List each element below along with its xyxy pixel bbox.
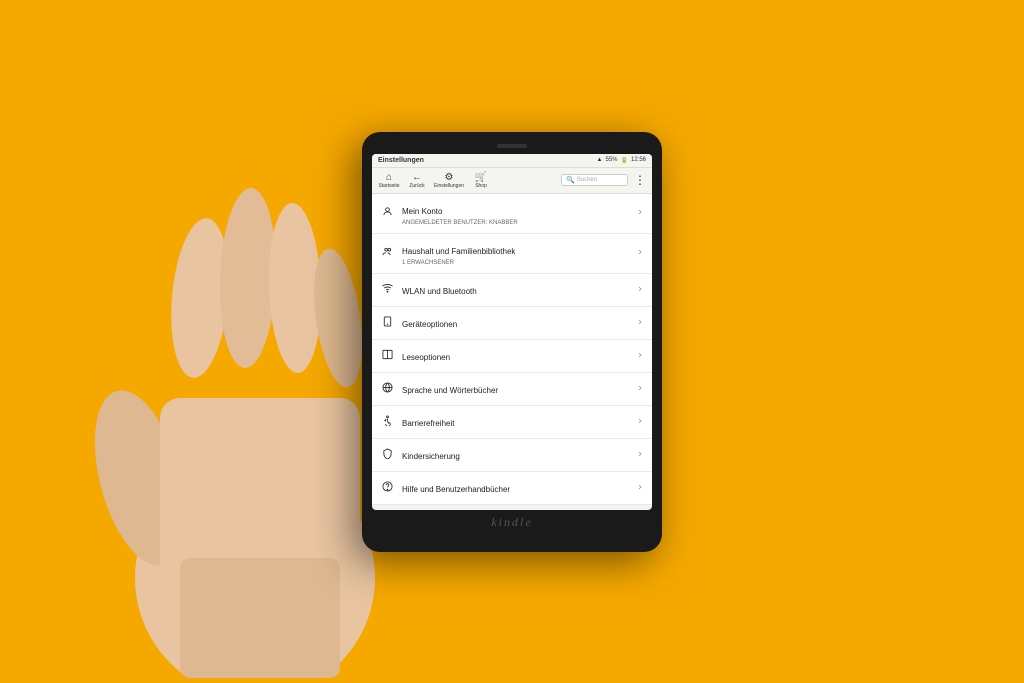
menu-item[interactable]: Barrierefreiheit bbox=[372, 406, 652, 439]
menu-item-icon bbox=[380, 415, 394, 429]
settings-icon: ⚙ bbox=[445, 172, 454, 183]
kindle-screen: Einstellungen ▲ 55% 🔋 12:56 ⌂ Startseite bbox=[372, 154, 652, 510]
menu-item-subtitle: 1 ERWACHSENER bbox=[402, 260, 636, 266]
menu-item-chevron bbox=[636, 417, 644, 427]
menu-list: Mein Konto ANGEMELDETER BENUTZER: KNABBER… bbox=[372, 194, 652, 510]
toolbar-shop[interactable]: 🛒 Shop bbox=[470, 172, 492, 189]
menu-item[interactable]: WLAN und Bluetooth bbox=[372, 274, 652, 307]
menu-item-icon bbox=[380, 316, 394, 330]
status-title: Einstellungen bbox=[378, 157, 424, 164]
menu-item-chevron bbox=[636, 248, 644, 258]
menu-item[interactable]: Haushalt und Familienbibliothek 1 ERWACHS… bbox=[372, 234, 652, 274]
kindle-device: Einstellungen ▲ 55% 🔋 12:56 ⌂ Startseite bbox=[362, 132, 662, 552]
menu-item-title: Hilfe und Benutzerhandbücher bbox=[402, 485, 510, 494]
menu-item[interactable]: Mein Konto ANGEMELDETER BENUTZER: KNABBER bbox=[372, 194, 652, 234]
scene: Einstellungen ▲ 55% 🔋 12:56 ⌂ Startseite bbox=[0, 0, 1024, 683]
status-bar: Einstellungen ▲ 55% 🔋 12:56 bbox=[372, 154, 652, 168]
home-label: Startseite bbox=[378, 183, 399, 189]
menu-item-content: Barrierefreiheit bbox=[402, 413, 636, 431]
menu-item-icon bbox=[380, 246, 394, 260]
battery-percent: 55% bbox=[605, 157, 617, 163]
kindle-device-wrapper: Einstellungen ▲ 55% 🔋 12:56 ⌂ Startseite bbox=[362, 132, 662, 552]
battery-icon: 🔋 bbox=[621, 157, 628, 164]
toolbar-back[interactable]: ← Zurück bbox=[406, 172, 428, 189]
search-placeholder: Suchen bbox=[577, 177, 597, 183]
menu-item-content: Geräteoptionen bbox=[402, 314, 636, 332]
wifi-icon: ▲ bbox=[597, 157, 603, 163]
menu-item-chevron bbox=[636, 384, 644, 394]
more-options-icon[interactable]: ⋮ bbox=[634, 173, 646, 187]
menu-item-icon bbox=[380, 481, 394, 495]
menu-item-title: Mein Konto bbox=[402, 207, 442, 216]
menu-item-icon bbox=[380, 382, 394, 396]
menu-item-title: Haushalt und Familienbibliothek bbox=[402, 247, 515, 256]
menu-item-chevron bbox=[636, 483, 644, 493]
menu-item-subtitle: ANGEMELDETER BENUTZER: KNABBER bbox=[402, 220, 636, 226]
menu-item-chevron bbox=[636, 285, 644, 295]
toolbar-home[interactable]: ⌂ Startseite bbox=[378, 172, 400, 189]
menu-item-chevron bbox=[636, 318, 644, 328]
menu-item-title: Geräteoptionen bbox=[402, 320, 457, 329]
menu-item-content: WLAN und Bluetooth bbox=[402, 281, 636, 299]
kindle-brand-label: kindle bbox=[491, 515, 532, 530]
shop-label: Shop bbox=[475, 183, 487, 189]
menu-item-chevron bbox=[636, 351, 644, 361]
menu-item-content: Sprache und Wörterbücher bbox=[402, 380, 636, 398]
menu-item-chevron bbox=[636, 208, 644, 218]
menu-item[interactable]: Hilfe und Benutzerhandbücher bbox=[372, 472, 652, 505]
search-box[interactable]: 🔍 Suchen bbox=[561, 174, 628, 186]
search-icon: 🔍 bbox=[566, 176, 575, 184]
back-label: Zurück bbox=[409, 183, 424, 189]
menu-item[interactable]: Kindersicherung bbox=[372, 439, 652, 472]
menu-item-content: Leseoptionen bbox=[402, 347, 636, 365]
menu-item-chevron bbox=[636, 450, 644, 460]
menu-item-icon bbox=[380, 349, 394, 363]
home-icon: ⌂ bbox=[386, 172, 392, 183]
menu-item-content: Hilfe und Benutzerhandbücher bbox=[402, 479, 636, 497]
menu-item-icon bbox=[380, 448, 394, 462]
menu-item[interactable]: Geräteoptionen bbox=[372, 307, 652, 340]
menu-item-title: WLAN und Bluetooth bbox=[402, 287, 477, 296]
toolbar-settings[interactable]: ⚙ Einstellungen bbox=[434, 172, 464, 189]
menu-item-title: Kindersicherung bbox=[402, 452, 460, 461]
menu-item[interactable]: Sprache und Wörterbücher bbox=[372, 373, 652, 406]
settings-label: Einstellungen bbox=[434, 183, 464, 189]
status-icons: ▲ 55% 🔋 12:56 bbox=[597, 157, 646, 164]
menu-item-icon bbox=[380, 283, 394, 297]
time-display: 12:56 bbox=[631, 157, 646, 163]
menu-item-title: Barrierefreiheit bbox=[402, 419, 454, 428]
back-icon: ← bbox=[412, 172, 422, 183]
menu-item-icon bbox=[380, 206, 394, 220]
shop-icon: 🛒 bbox=[475, 172, 487, 183]
menu-item-title: Sprache und Wörterbücher bbox=[402, 386, 498, 395]
menu-item[interactable]: Leseoptionen bbox=[372, 340, 652, 373]
menu-item-title: Leseoptionen bbox=[402, 353, 450, 362]
toolbar: ⌂ Startseite ← Zurück ⚙ Einstellungen 🛒 … bbox=[372, 168, 652, 194]
menu-item-content: Haushalt und Familienbibliothek 1 ERWACHS… bbox=[402, 241, 636, 266]
menu-item-content: Kindersicherung bbox=[402, 446, 636, 464]
menu-item-content: Mein Konto ANGEMELDETER BENUTZER: KNABBER bbox=[402, 201, 636, 226]
